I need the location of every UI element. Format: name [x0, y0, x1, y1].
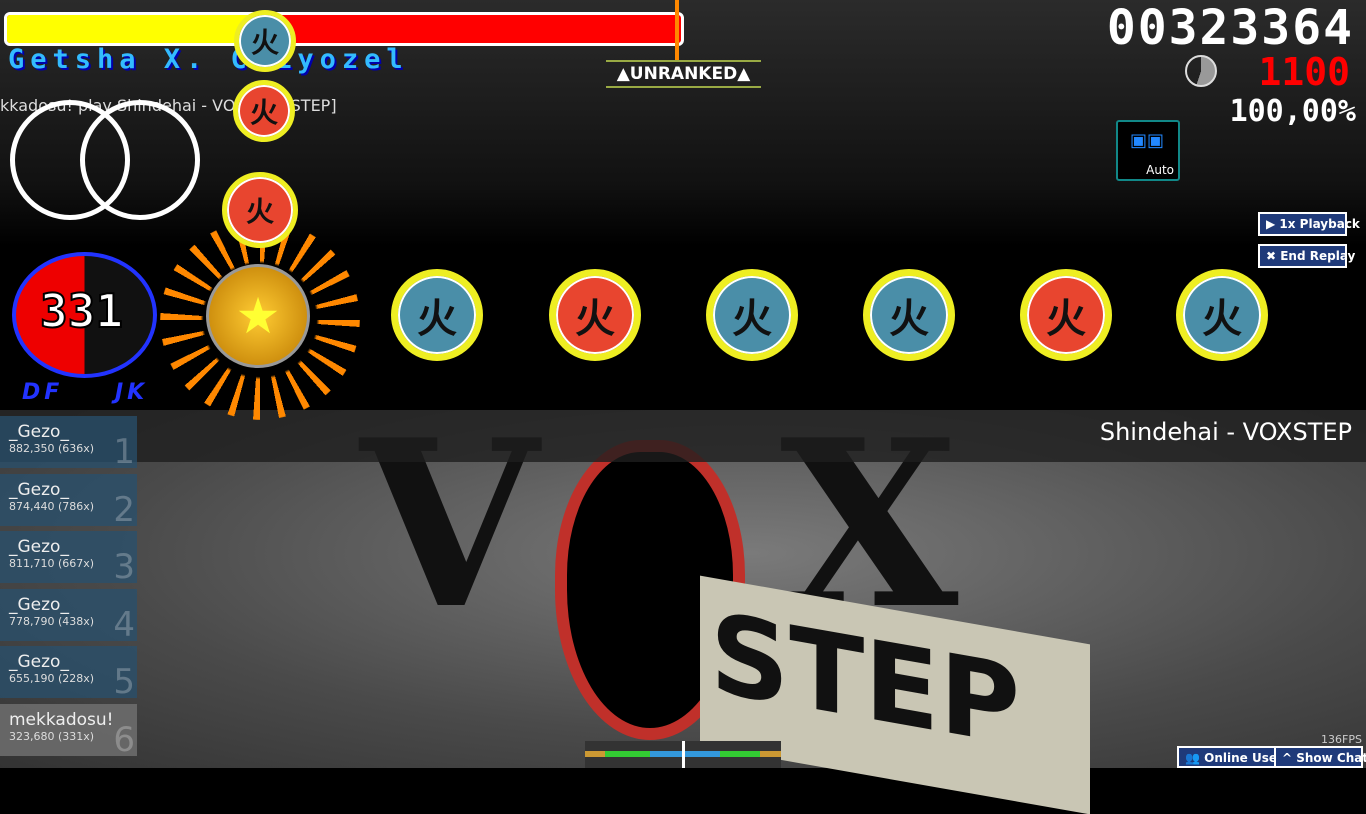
taiko-note-blue: 火 — [706, 269, 798, 361]
flying-note: 火 — [234, 10, 296, 72]
song-progress — [585, 741, 781, 768]
taiko-note-blue: 火 — [1176, 269, 1268, 361]
users-icon: 👥 — [1185, 751, 1200, 765]
taiko-note-red: 火 — [1020, 269, 1112, 361]
leaderboard-entry[interactable]: _Gezo_ 655,190 (228x) 5 — [0, 646, 137, 702]
flying-note: 火 — [222, 172, 298, 248]
player-rank: 2 — [113, 489, 135, 530]
taiko-note-red: 火 — [549, 269, 641, 361]
leaderboard-entry[interactable]: _Gezo_ 882,350 (636x) 1 — [0, 416, 137, 472]
flying-note: 火 — [233, 80, 295, 142]
song-title: Shindehai - VOXSTEP — [1099, 418, 1352, 446]
combo-counter: 1100 — [1258, 50, 1350, 94]
show-chat-button[interactable]: ^ Show Chat — [1274, 746, 1366, 768]
health-bar — [4, 12, 684, 46]
unranked-label: ▲UNRANKED▲ — [606, 60, 761, 88]
leaderboard-entry[interactable]: _Gezo_ 778,790 (438x) 4 — [0, 588, 137, 645]
hit-target-star-icon: ★ — [206, 264, 310, 368]
player-rank: 5 — [113, 662, 135, 702]
health-marker — [675, 0, 679, 62]
mod-auto: ▣▣ Auto — [1116, 120, 1180, 181]
taiko-note-blue: 火 — [863, 269, 955, 361]
progress-pie-icon — [1185, 55, 1217, 87]
score: 00323364 — [1106, 0, 1354, 56]
leaderboard-entry[interactable]: _Gezo_ 874,440 (786x) 2 — [0, 473, 137, 530]
mod-label: Auto — [1146, 163, 1174, 177]
health-fill — [7, 15, 257, 43]
accuracy: 100,00% — [1229, 94, 1356, 129]
end-replay-button[interactable]: ✖ End Replay — [1258, 244, 1355, 268]
player-rank: 1 — [113, 432, 135, 472]
artist-name: Getsha X. Chiyozel — [8, 44, 409, 75]
fps-counter: 136FPS — [1321, 733, 1362, 746]
player-rank: 4 — [113, 604, 135, 645]
taiko-combo: 331 — [39, 283, 124, 339]
leaderboard-entry[interactable]: mekkadosu! 323,680 (331x) 6 — [0, 703, 137, 760]
leaderboard-entry[interactable]: _Gezo_ 811,710 (667x) 3 — [0, 531, 137, 587]
key-labels: DF JK — [22, 380, 149, 405]
playback-button[interactable]: ▶ 1x Playback — [1258, 212, 1360, 236]
taiko-note-blue: 火 — [391, 269, 483, 361]
drum-mascot — [10, 100, 210, 240]
player-rank: 3 — [113, 547, 135, 587]
player-rank: 6 — [113, 719, 135, 760]
auto-mod-icon: ▣▣ — [1130, 130, 1165, 151]
